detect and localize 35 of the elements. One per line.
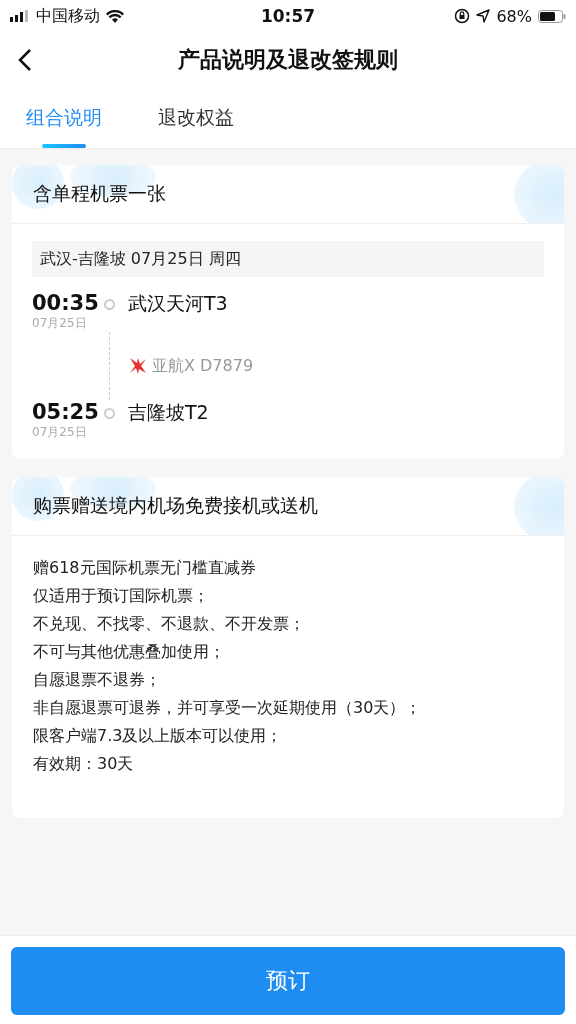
rule-text: 有效期：30天: [33, 753, 135, 775]
signal-icon: [10, 10, 30, 22]
airline-logo-icon: [128, 356, 148, 376]
rule-text: 不可与其他优惠叠加使用；: [33, 641, 226, 663]
page-title: 产品说明及退改签规则: [178, 46, 398, 74]
card-title: 含单程机票一张: [33, 181, 166, 206]
arrival-date: 07月25日: [32, 424, 87, 441]
flight-number: 亚航X D7879: [152, 355, 254, 377]
timeline-dot: [104, 299, 115, 310]
wifi-icon: [106, 9, 124, 23]
back-icon: [18, 48, 32, 72]
battery-icon: [538, 9, 566, 23]
route-summary: 武汉-吉隆坡 07月25日 周四: [32, 241, 544, 277]
rotation-lock-icon: [454, 8, 471, 24]
departure-time: 00:35: [32, 291, 99, 315]
clock-time: 10:57: [260, 6, 316, 26]
rule-text: 自愿退票不退券；: [33, 669, 162, 691]
rule-text: 仅适用于预订国际机票；: [33, 585, 210, 607]
rule-text: 不兑现、不找零、不退款、不开发票；: [33, 613, 306, 635]
rule-text: 限客户端7.3及以上版本可以使用；: [33, 725, 284, 747]
arrival-time: 05:25: [32, 400, 99, 424]
arrival-airport: 吉隆坡T2: [128, 400, 210, 425]
book-button[interactable]: 预订: [11, 947, 565, 1015]
tab-indicator: [42, 144, 86, 148]
tab[interactable]: 退改权益: [158, 88, 234, 148]
card-title: 购票赠送境内机场免费接机或送机: [33, 493, 318, 518]
departure-date: 07月25日: [32, 315, 87, 332]
departure-airport: 武汉天河T3: [128, 291, 229, 316]
battery-percent: 68%: [496, 6, 532, 26]
timeline-dot: [104, 408, 115, 419]
rule-text: 赠618元国际机票无门槛直减券: [33, 557, 257, 579]
carrier-name: 中国移动: [36, 5, 100, 27]
tab[interactable]: 组合说明: [26, 88, 102, 148]
location-arrow-icon: [476, 9, 491, 23]
rule-text: 非自愿退票可退券，并可享受一次延期使用（30天）；: [33, 697, 423, 719]
